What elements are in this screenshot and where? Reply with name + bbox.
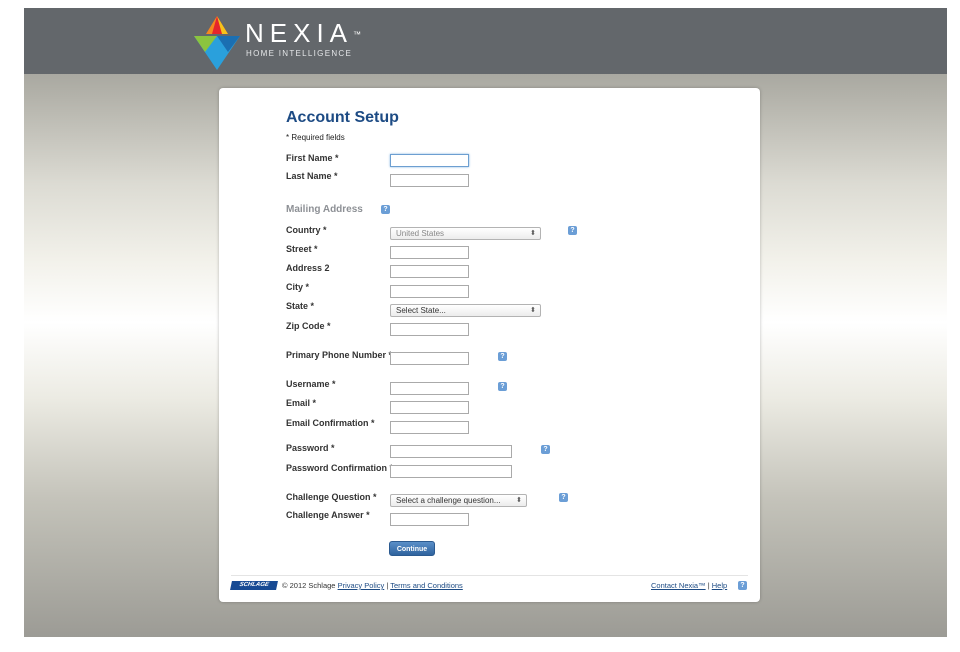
select-arrow-icon: ⬍ bbox=[530, 307, 536, 314]
email-confirmation-label: Email Confirmation * bbox=[286, 418, 375, 428]
page-title: Account Setup bbox=[286, 109, 399, 126]
email-label: Email * bbox=[286, 398, 317, 408]
city-label: City * bbox=[286, 282, 310, 292]
zip-code-input[interactable] bbox=[390, 323, 469, 336]
nexia-triangle-logo-icon bbox=[194, 16, 240, 70]
footer-left-text: © 2012 Schlage Privacy Policy | Terms an… bbox=[282, 581, 463, 590]
help-link[interactable]: Help bbox=[712, 581, 727, 590]
footer-separator: | bbox=[386, 581, 389, 590]
select-arrow-icon: ⬍ bbox=[516, 497, 522, 504]
contact-nexia-link[interactable]: Contact Nexia™ bbox=[651, 581, 706, 590]
footer-right-text: Contact Nexia™ | Help bbox=[651, 581, 727, 590]
password-help-icon[interactable]: ? bbox=[541, 445, 550, 454]
street-input[interactable] bbox=[390, 246, 469, 259]
country-select[interactable]: United States ⬍ bbox=[390, 227, 541, 240]
terms-and-conditions-link[interactable]: Terms and Conditions bbox=[390, 581, 463, 590]
brand-name: NEXIA™ bbox=[245, 18, 362, 48]
state-label: State * bbox=[286, 301, 315, 311]
email-input[interactable] bbox=[390, 401, 469, 414]
page-background: NEXIA™ HOME INTELLIGENCE Account Setup *… bbox=[24, 8, 947, 637]
schlage-logo[interactable]: SCHLAGE bbox=[230, 581, 278, 590]
password-confirmation-label: Password Confirmation * bbox=[286, 463, 394, 473]
state-select-value: Select State... bbox=[396, 306, 446, 315]
continue-button[interactable]: Continue bbox=[389, 541, 435, 556]
site-header: NEXIA™ HOME INTELLIGENCE bbox=[24, 8, 947, 74]
required-fields-note: * Required fields bbox=[286, 133, 345, 142]
primary-phone-input[interactable] bbox=[390, 352, 469, 365]
challenge-question-value: Select a challenge question... bbox=[396, 496, 501, 505]
country-help-icon[interactable]: ? bbox=[568, 226, 577, 235]
country-select-value: United States bbox=[396, 229, 445, 238]
password-label: Password * bbox=[286, 443, 335, 453]
username-input[interactable] bbox=[390, 382, 469, 395]
state-select[interactable]: Select State... ⬍ bbox=[390, 304, 541, 317]
country-label: Country * bbox=[286, 225, 327, 235]
mailing-address-heading: Mailing Address bbox=[286, 204, 363, 215]
mailing-address-help-icon[interactable]: ? bbox=[381, 205, 390, 214]
brand-tagline: HOME INTELLIGENCE bbox=[246, 49, 353, 58]
phone-help-icon[interactable]: ? bbox=[498, 352, 507, 361]
zip-code-label: Zip Code * bbox=[286, 321, 331, 331]
privacy-policy-link[interactable]: Privacy Policy bbox=[338, 581, 385, 590]
first-name-input[interactable] bbox=[390, 154, 469, 167]
password-confirmation-input[interactable] bbox=[390, 465, 512, 478]
challenge-question-help-icon[interactable]: ? bbox=[559, 493, 568, 502]
email-confirmation-input[interactable] bbox=[390, 421, 469, 434]
street-label: Street * bbox=[286, 244, 318, 254]
city-input[interactable] bbox=[390, 285, 469, 298]
challenge-answer-label: Challenge Answer * bbox=[286, 510, 370, 520]
copyright-text: © 2012 Schlage bbox=[282, 581, 336, 590]
username-help-icon[interactable]: ? bbox=[498, 382, 507, 391]
address2-input[interactable] bbox=[390, 265, 469, 278]
footer-separator: | bbox=[707, 581, 710, 590]
challenge-question-select[interactable]: Select a challenge question... ⬍ bbox=[390, 494, 527, 507]
primary-phone-label: Primary Phone Number * bbox=[286, 350, 393, 360]
challenge-question-label: Challenge Question * bbox=[286, 492, 377, 502]
password-input[interactable] bbox=[390, 445, 512, 458]
first-name-label: First Name * bbox=[286, 153, 339, 163]
footer: SCHLAGE © 2012 Schlage Privacy Policy | … bbox=[230, 575, 748, 594]
account-setup-panel: Account Setup * Required fields First Na… bbox=[219, 88, 760, 602]
select-arrow-icon: ⬍ bbox=[530, 230, 536, 237]
footer-help-icon[interactable]: ? bbox=[738, 581, 747, 590]
challenge-answer-input[interactable] bbox=[390, 513, 469, 526]
last-name-label: Last Name * bbox=[286, 171, 338, 181]
address2-label: Address 2 bbox=[286, 263, 330, 273]
username-label: Username * bbox=[286, 379, 336, 389]
last-name-input[interactable] bbox=[390, 174, 469, 187]
